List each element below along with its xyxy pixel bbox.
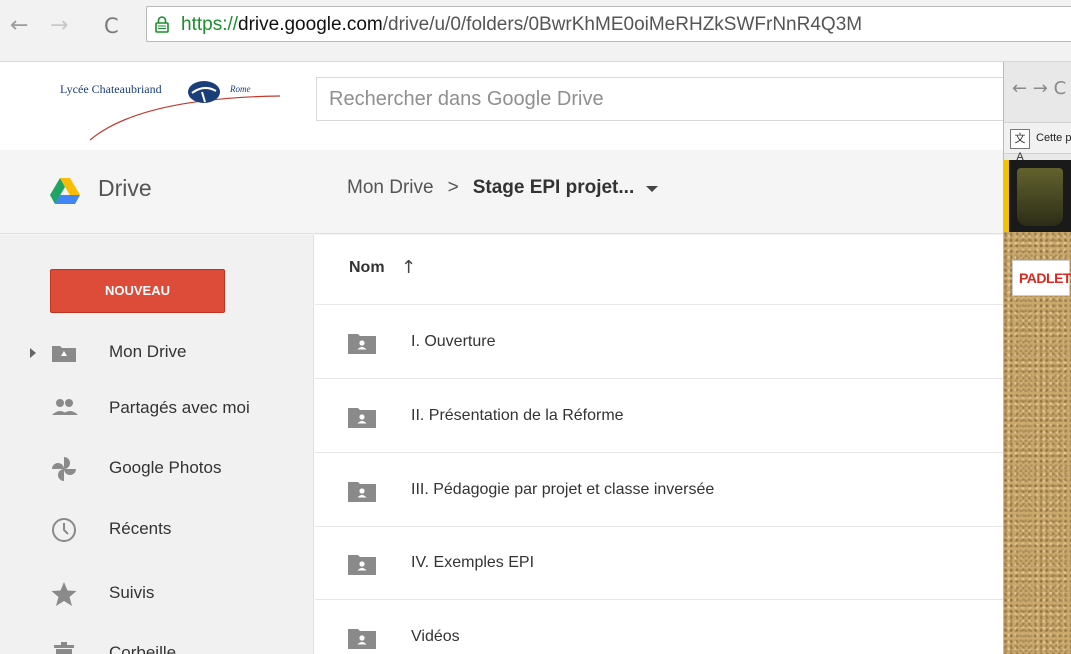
- search-input[interactable]: [317, 78, 1005, 120]
- overlapping-browser-window[interactable]: ← → C 文A Cette p PADLET: [1003, 62, 1071, 654]
- file-row[interactable]: I. Ouverture: [315, 306, 1003, 379]
- lock-icon: [155, 16, 169, 33]
- sidebar-item-label: Partagés avec moi: [109, 398, 250, 417]
- drive-header: Drive Mon Drive > Stage EPI projet...: [0, 150, 1003, 234]
- drive-title[interactable]: Drive: [98, 175, 152, 202]
- sidebar-item-shared[interactable]: Partagés avec moi: [0, 385, 314, 435]
- logo-subtitle: Rome: [230, 84, 251, 94]
- back-arrow-icon[interactable]: ←: [10, 14, 28, 38]
- sort-ascending-icon[interactable]: ↑: [401, 257, 416, 278]
- file-name[interactable]: IV. Exemples EPI: [411, 554, 534, 572]
- file-row[interactable]: IV. Exemples EPI: [315, 527, 1003, 600]
- sidebar-item-label: Corbeille: [109, 643, 177, 654]
- sidebar-item-recent[interactable]: Récents: [0, 506, 314, 556]
- shared-folder-icon: [348, 334, 376, 354]
- url-scheme: https://: [181, 14, 239, 35]
- shared-folder-icon: [348, 408, 376, 428]
- school-logo[interactable]: Lycée Chateaubriand Rome: [50, 80, 290, 141]
- url-host: drive.google.com: [238, 14, 383, 35]
- sidebar-item-label: Google Photos: [109, 458, 222, 477]
- column-name-header[interactable]: Nom: [349, 259, 385, 277]
- app-top-header: Lycée Chateaubriand Rome: [0, 62, 1006, 150]
- sidebar-item-label: Suivis: [109, 583, 155, 602]
- file-row[interactable]: III. Pédagogie par projet et classe inve…: [315, 454, 1003, 527]
- people-icon: [52, 399, 78, 415]
- browser-toolbar: ← → C https://drive.google.com/drive/u/0…: [0, 0, 1071, 62]
- breadcrumb-current[interactable]: Stage EPI projet...: [473, 177, 635, 199]
- star-icon: [51, 582, 77, 606]
- thumbnail-image: [1004, 160, 1071, 232]
- sidebar-item-label: Mon Drive: [109, 342, 187, 361]
- google-drive-logo-icon[interactable]: [50, 178, 80, 204]
- sidebar: NOUVEAU Mon Drive Partagés avec moi Goog…: [0, 235, 314, 654]
- file-list: Nom ↑ I. Ouverture II. Présentation de l…: [315, 235, 1003, 654]
- clock-icon: [52, 518, 76, 542]
- sidebar-item-photos[interactable]: Google Photos: [0, 445, 314, 495]
- breadcrumb-separator: >: [447, 177, 459, 198]
- breadcrumb-root[interactable]: Mon Drive: [347, 177, 434, 199]
- address-bar[interactable]: https://drive.google.com/drive/u/0/folde…: [146, 6, 1071, 42]
- file-name[interactable]: Vidéos: [411, 628, 460, 646]
- reload-icon[interactable]: C: [104, 14, 119, 38]
- sidebar-item-label: Récents: [109, 519, 172, 538]
- caret-down-icon[interactable]: [646, 186, 659, 192]
- file-name[interactable]: I. Ouverture: [411, 333, 495, 351]
- sidebar-item-my-drive[interactable]: Mon Drive: [0, 329, 314, 379]
- file-name[interactable]: III. Pédagogie par projet et classe inve…: [411, 481, 714, 499]
- glass-image: [1017, 168, 1063, 226]
- url-path: /drive/u/0/folders/0BwrKhME0oiMeRHZkSWFr…: [382, 14, 863, 35]
- logo-text: Lycée Chateaubriand: [60, 82, 162, 96]
- shared-folder-icon: [348, 482, 376, 502]
- drive-folder-icon: [52, 346, 76, 362]
- new-button[interactable]: NOUVEAU: [50, 269, 225, 313]
- file-row[interactable]: Vidéos: [315, 601, 1003, 654]
- translate-bar[interactable]: 文A Cette p: [1004, 122, 1071, 163]
- trash-icon: [54, 642, 74, 654]
- sidebar-item-starred[interactable]: Suivis: [0, 570, 314, 620]
- search-box[interactable]: [316, 77, 1006, 121]
- file-name[interactable]: II. Présentation de la Réforme: [411, 407, 624, 425]
- forward-arrow-icon[interactable]: →: [50, 14, 68, 38]
- breadcrumb: Mon Drive > Stage EPI projet...: [347, 177, 659, 199]
- shared-folder-icon: [348, 629, 376, 649]
- translate-icon: 文A: [1010, 129, 1030, 163]
- shared-folder-icon: [348, 555, 376, 575]
- url-text: https://drive.google.com/drive/u/0/folde…: [181, 14, 862, 36]
- file-row[interactable]: II. Présentation de la Réforme: [315, 380, 1003, 453]
- expand-arrow-icon[interactable]: [30, 348, 36, 358]
- column-header: Nom ↑: [315, 235, 1003, 305]
- overlay-nav-buttons[interactable]: ← → C: [1012, 78, 1066, 99]
- padlet-badge[interactable]: PADLET: [1012, 260, 1071, 296]
- photos-pinwheel-icon: [52, 457, 76, 481]
- school-emblem-icon: [188, 81, 220, 103]
- translate-text: Cette p: [1036, 132, 1071, 144]
- sidebar-item-trash[interactable]: Corbeille: [0, 630, 314, 654]
